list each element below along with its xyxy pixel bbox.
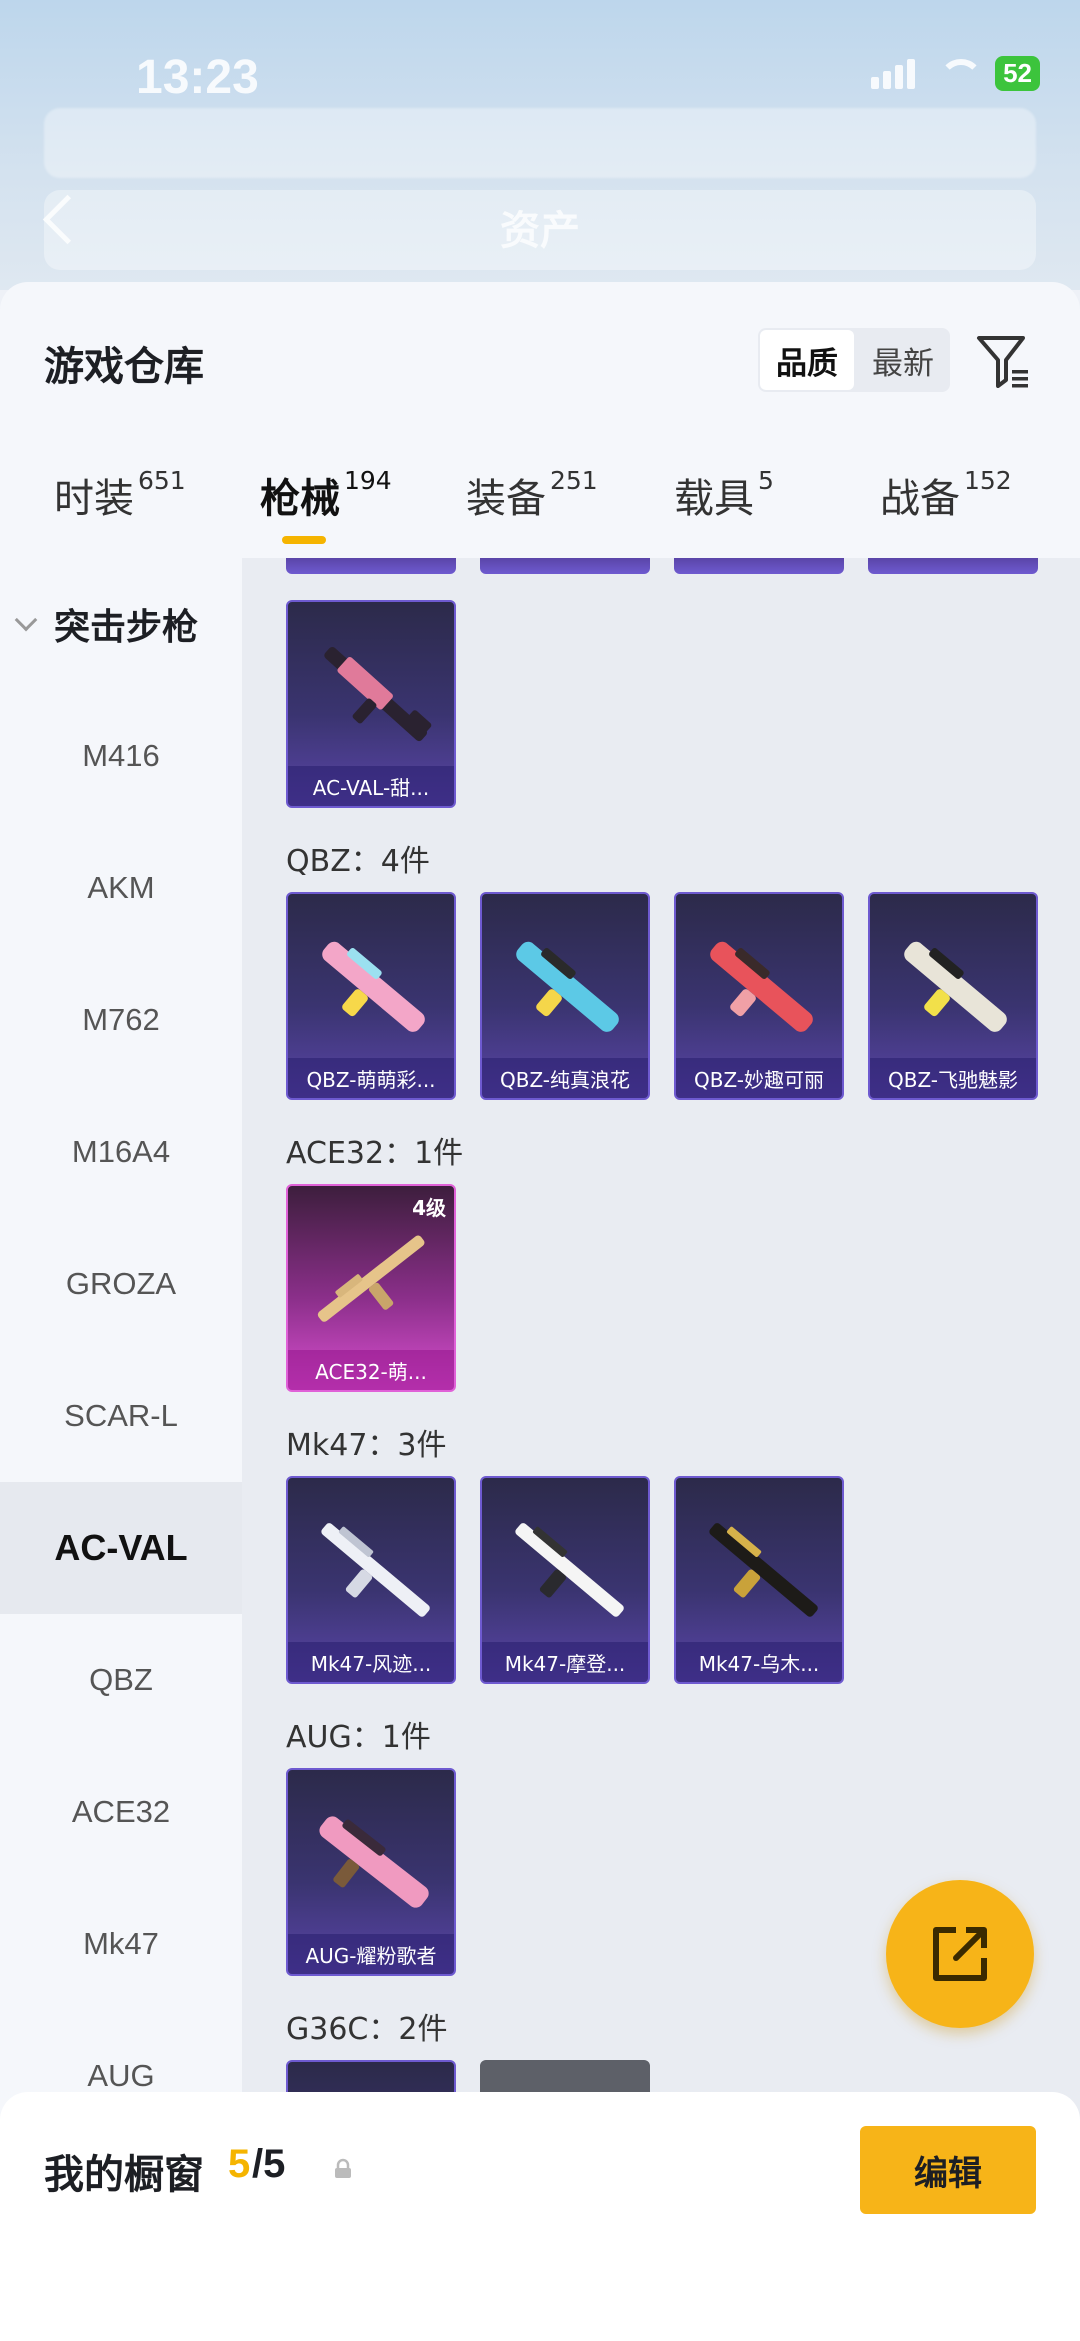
share-button[interactable] <box>886 1880 1034 2028</box>
tab-label: 装备 <box>466 476 546 522</box>
panel-header: 游戏仓库 品质 最新 时装 651 枪械 194 装备 251 载具 5 战备 … <box>0 282 1080 558</box>
weapon-grid: AC-VAL-甜... QBZ：4件 QBZ-萌萌彩... QBZ-纯真浪花 Q… <box>242 558 1080 2341</box>
partial-card <box>480 558 650 574</box>
weapon-card-label: AC-VAL-甜... <box>288 766 454 806</box>
tab-label: 时装 <box>54 476 134 522</box>
tab-count: 251 <box>550 466 598 495</box>
category-item-m762[interactable]: M762 <box>0 954 242 1086</box>
panel-title: 游戏仓库 <box>44 344 204 390</box>
sort-newest-button[interactable]: 最新 <box>856 328 950 392</box>
category-group-label: 突击步枪 <box>54 607 199 648</box>
weapon-card-mk47-1[interactable]: Mk47-风迹... <box>286 1476 456 1684</box>
tab-count: 194 <box>344 466 392 495</box>
partial-card <box>674 558 844 574</box>
weapon-card-label: AUG-耀粉歌者 <box>288 1934 454 1974</box>
weapon-card-mk47-2[interactable]: Mk47-摩登... <box>480 1476 650 1684</box>
rifle-image <box>322 941 425 1032</box>
chevron-down-icon <box>14 608 38 632</box>
warehouse-panel: 游戏仓库 品质 最新 时装 651 枪械 194 装备 251 载具 5 战备 … <box>0 282 1080 2341</box>
status-time: 13:23 <box>136 51 259 104</box>
category-item-akm[interactable]: AKM <box>0 822 242 954</box>
category-group-assault-rifles[interactable]: 突击步枪 <box>0 558 242 690</box>
filter-icon[interactable] <box>976 332 1030 388</box>
weapon-card-label: QBZ-萌萌彩... <box>288 1058 454 1098</box>
weapon-card-label: QBZ-妙趣可丽 <box>676 1058 842 1098</box>
weapon-card-qbz-1[interactable]: QBZ-萌萌彩... <box>286 892 456 1100</box>
active-tab-indicator <box>282 536 326 544</box>
weapon-card-label: ACE32-萌... <box>288 1350 454 1390</box>
tab-fashion[interactable]: 时装 651 <box>54 466 186 524</box>
tab-label: 战备 <box>880 476 960 522</box>
tab-count: 152 <box>964 466 1012 495</box>
rifle-image <box>516 941 619 1032</box>
page: 13:23 52 资产 游戏仓库 品质 最新 时装 651 枪械 194 装备 … <box>0 0 1080 2341</box>
category-item-m16a4[interactable]: M16A4 <box>0 1086 242 1218</box>
status-icons: 52 <box>871 56 1040 91</box>
category-item-qbz[interactable]: QBZ <box>0 1614 242 1746</box>
lock-icon <box>335 2158 351 2178</box>
section-title-g36c: G36C：2件 <box>286 2012 448 2047</box>
edit-button[interactable]: 编辑 <box>860 2126 1036 2214</box>
tab-count: 651 <box>138 466 186 495</box>
section-title-mk47: Mk47：3件 <box>286 1428 447 1463</box>
tab-supplies[interactable]: 战备 152 <box>880 466 1012 524</box>
section-title-qbz: QBZ：4件 <box>286 844 430 879</box>
showcase-label: 我的橱窗 <box>44 2152 204 2198</box>
weapon-card-mk47-3[interactable]: Mk47-乌木... <box>674 1476 844 1684</box>
signal-icon <box>871 58 916 89</box>
section-title-aug: AUG：1件 <box>286 1720 431 1755</box>
weapon-card-ace32[interactable]: 4级 ACE32-萌... <box>286 1184 456 1392</box>
weapon-card-qbz-3[interactable]: QBZ-妙趣可丽 <box>674 892 844 1100</box>
sort-quality-button[interactable]: 品质 <box>760 330 854 390</box>
category-item-ac-val[interactable]: AC-VAL <box>0 1482 242 1614</box>
rifle-image <box>319 1816 429 1908</box>
tab-count: 5 <box>758 466 774 495</box>
share-icon <box>933 1927 987 1981</box>
rifle-image <box>904 941 1007 1032</box>
category-item-groza[interactable]: GROZA <box>0 1218 242 1350</box>
rifle-image <box>317 1235 425 1322</box>
rifle-image <box>324 646 432 742</box>
page-title: 资产 <box>500 208 580 254</box>
weapon-category-list: 突击步枪 M416 AKM M762 M16A4 GROZA SCAR-L AC… <box>0 558 242 2341</box>
showcase-total: /5 <box>252 2142 286 2186</box>
sort-toggle: 品质 最新 <box>758 328 950 392</box>
weapon-card-qbz-2[interactable]: QBZ-纯真浪花 <box>480 892 650 1100</box>
weapon-card-aug[interactable]: AUG-耀粉歌者 <box>286 1768 456 1976</box>
battery-badge: 52 <box>995 56 1040 91</box>
rifle-image <box>515 1523 624 1617</box>
rifle-image <box>321 1523 430 1617</box>
background-header: 13:23 52 资产 <box>0 0 1080 290</box>
weapon-card-label: Mk47-摩登... <box>482 1642 648 1682</box>
tab-label: 枪械 <box>260 476 340 522</box>
wifi-icon <box>937 58 984 89</box>
tab-firearms[interactable]: 枪械 194 <box>260 466 392 524</box>
category-item-m416[interactable]: M416 <box>0 690 242 822</box>
category-tabs: 时装 651 枪械 194 装备 251 载具 5 战备 152 <box>0 466 1080 558</box>
weapon-card-label: Mk47-风迹... <box>288 1642 454 1682</box>
weapon-card-qbz-4[interactable]: QBZ-飞驰魅影 <box>868 892 1038 1100</box>
category-item-scar-l[interactable]: SCAR-L <box>0 1350 242 1482</box>
tab-vehicles[interactable]: 载具 5 <box>674 466 774 524</box>
weapon-card-label: QBZ-飞驰魅影 <box>870 1058 1036 1098</box>
category-item-ace32[interactable]: ACE32 <box>0 1746 242 1878</box>
partial-card <box>868 558 1038 574</box>
partial-card <box>286 558 456 574</box>
background-stats-bar <box>44 108 1036 178</box>
weapon-card-acval[interactable]: AC-VAL-甜... <box>286 600 456 808</box>
rifle-image <box>709 1523 818 1617</box>
tab-label: 载具 <box>674 476 754 522</box>
showcase-bar: 我的橱窗 5 /5 编辑 <box>0 2092 1080 2341</box>
section-title-ace32: ACE32：1件 <box>286 1136 464 1171</box>
weapon-card-label: QBZ-纯真浪花 <box>482 1058 648 1098</box>
tab-equipment[interactable]: 装备 251 <box>466 466 598 524</box>
rifle-image <box>710 941 813 1032</box>
showcase-current: 5 <box>228 2142 251 2186</box>
weapon-card-label: Mk47-乌木... <box>676 1642 842 1682</box>
category-item-mk47[interactable]: Mk47 <box>0 1878 242 2010</box>
